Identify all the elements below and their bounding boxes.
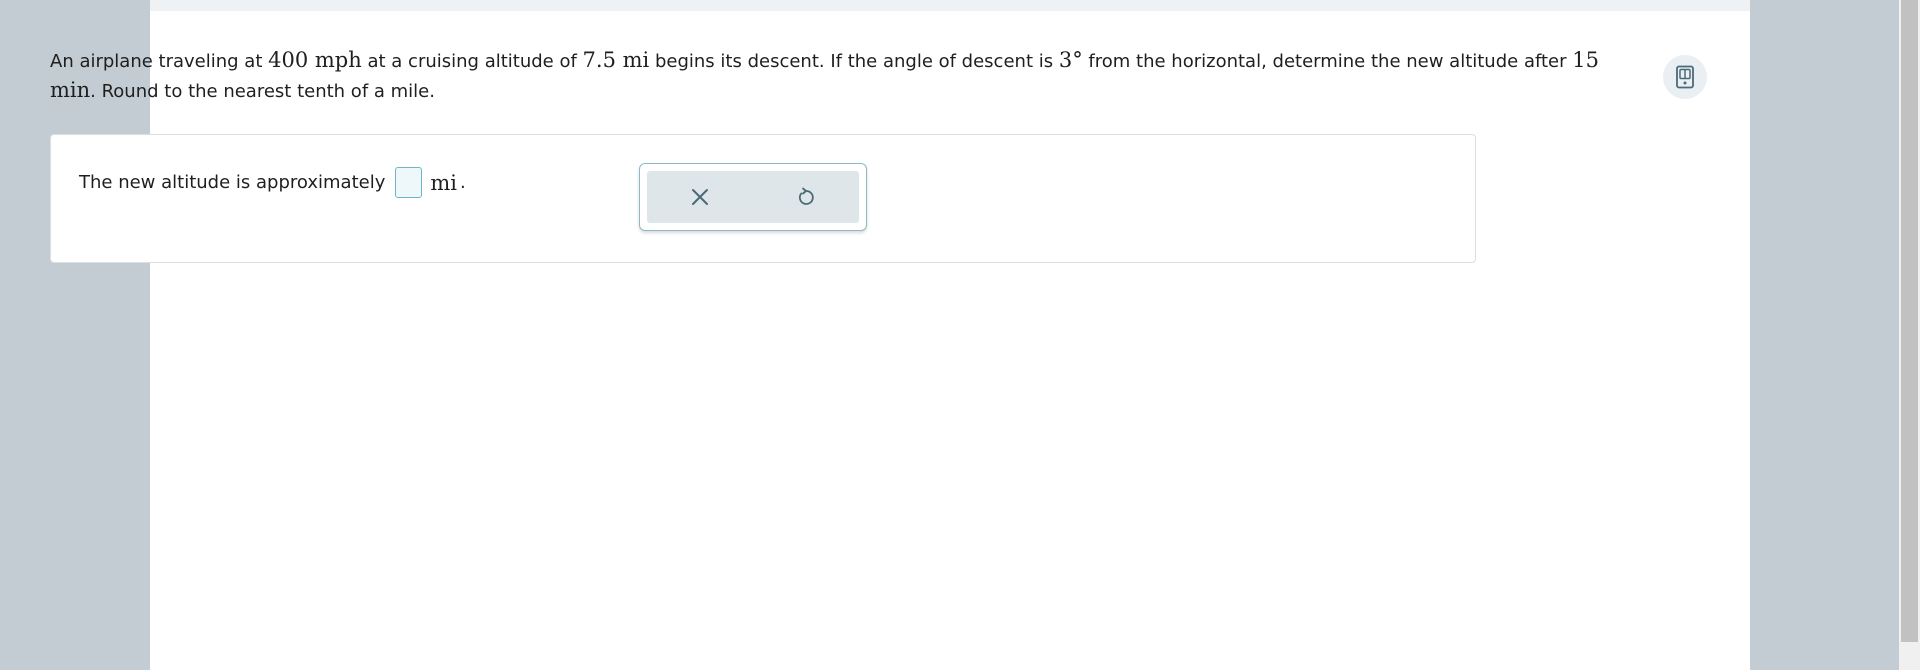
angle-value: 3° bbox=[1058, 48, 1083, 72]
answer-period: . bbox=[460, 172, 466, 193]
speed-value: 400 mph bbox=[268, 48, 362, 72]
page-top-strip bbox=[150, 0, 1750, 11]
altitude-answer-input[interactable] bbox=[395, 167, 423, 198]
scrollbar-thumb[interactable] bbox=[1901, 0, 1918, 642]
undo-icon bbox=[796, 187, 816, 207]
answer-line: The new altitude is approximately mi . bbox=[79, 167, 466, 198]
edit-toolbar bbox=[639, 163, 867, 231]
reader-button[interactable] bbox=[1663, 55, 1707, 99]
toolbar-inner bbox=[647, 171, 859, 223]
question-part-3: begins its descent. If the angle of desc… bbox=[649, 51, 1059, 72]
question-part-1: An airplane traveling at bbox=[50, 51, 269, 72]
clear-button[interactable] bbox=[647, 171, 753, 223]
answer-prompt: The new altitude is approximately bbox=[79, 172, 386, 193]
question-text: An airplane traveling at 400 mph at a cr… bbox=[50, 46, 1630, 106]
question-part-5: . Round to the nearest tenth of a mile. bbox=[90, 81, 435, 102]
answer-unit: mi bbox=[430, 170, 457, 195]
altitude-value: 7.5 mi bbox=[582, 48, 650, 72]
reset-button[interactable] bbox=[753, 171, 859, 223]
question-part-4: from the horizontal, determine the new a… bbox=[1082, 51, 1573, 72]
close-icon bbox=[691, 188, 709, 206]
book-reader-icon bbox=[1674, 65, 1696, 89]
question-part-2: at a cruising altitude of bbox=[361, 51, 583, 72]
